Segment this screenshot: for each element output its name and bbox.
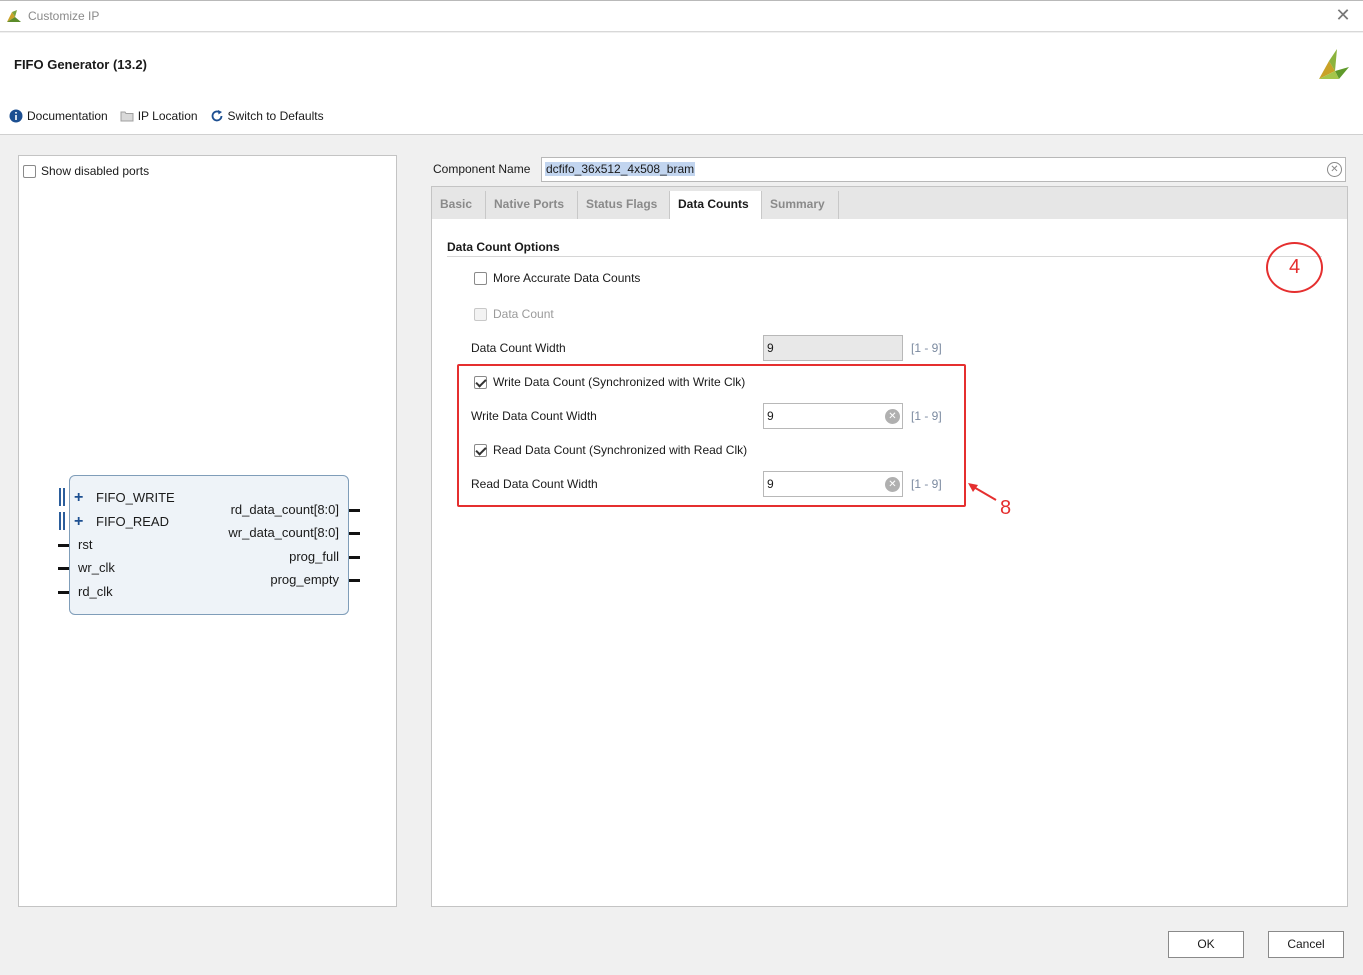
tab-data-counts[interactable]: Data Counts	[670, 191, 762, 219]
documentation-label: Documentation	[27, 109, 108, 123]
component-name-row: Component Name dcfifo_36x512_4x508_bram …	[433, 157, 1346, 182]
close-icon[interactable]: ✕	[1333, 5, 1353, 25]
section-title: Data Count Options	[447, 240, 560, 254]
data-count-checkbox	[474, 307, 487, 321]
wr-clk-pin	[58, 567, 69, 570]
port-rd-data-count: rd_data_count[8:0]	[230, 502, 339, 517]
port-wr-clk: wr_clk	[78, 560, 115, 575]
port-rst: rst	[78, 537, 93, 552]
dialog-header: FIFO Generator (13.2) Documentation IP L…	[0, 33, 1363, 135]
xilinx-logo-icon	[1319, 49, 1349, 79]
fifo-write-bus-pin	[59, 488, 65, 506]
documentation-button[interactable]: Documentation	[9, 109, 108, 123]
circled-number-annotation: 4	[1266, 242, 1323, 293]
port-fifo-write: FIFO_WRITE	[96, 490, 175, 505]
data-count-width-label: Data Count Width	[471, 341, 566, 355]
fifo-symbol-block: + FIFO_WRITE + FIFO_READ rst wr_clk rd_c…	[58, 475, 360, 615]
more-accurate-data-counts-checkbox[interactable]	[474, 271, 487, 285]
rd-clk-pin	[58, 591, 69, 594]
data-count-option: Data Count	[474, 307, 554, 321]
ip-location-button[interactable]: IP Location	[120, 109, 198, 123]
more-accurate-data-counts-label: More Accurate Data Counts	[493, 271, 641, 285]
data-count-label: Data Count	[493, 307, 554, 321]
tab-status-flags[interactable]: Status Flags	[578, 191, 670, 219]
cancel-button[interactable]: Cancel	[1268, 931, 1344, 958]
data-count-width-value: 9	[767, 341, 774, 355]
arrow-number-annotation: 8	[1000, 497, 1012, 519]
info-icon	[9, 109, 23, 123]
component-name-value: dcfifo_36x512_4x508_bram	[545, 162, 696, 176]
symbol-pane: Show disabled ports + FIFO_WRITE + FIFO_…	[18, 155, 397, 907]
ip-location-label: IP Location	[137, 109, 198, 123]
data-count-width-range: [1 - 9]	[911, 341, 942, 355]
window-titlebar: Customize IP ✕	[0, 0, 1363, 32]
tab-summary[interactable]: Summary	[762, 191, 839, 219]
prog-empty-pin	[349, 579, 360, 582]
ip-title: FIFO Generator (13.2)	[14, 57, 147, 72]
config-tabs-pane: Basic Native Ports Status Flags Data Cou…	[431, 186, 1348, 907]
arrow-annotation-icon	[968, 483, 997, 501]
refresh-icon	[211, 110, 222, 122]
port-fifo-read: FIFO_READ	[96, 514, 169, 529]
prog-full-pin	[349, 556, 360, 559]
port-wr-data-count: wr_data_count[8:0]	[228, 525, 339, 540]
show-disabled-ports-option[interactable]: Show disabled ports	[23, 164, 149, 178]
expand-fifo-write-icon[interactable]: +	[74, 490, 83, 506]
component-name-label: Component Name	[433, 162, 531, 176]
show-disabled-ports-checkbox[interactable]	[23, 164, 36, 178]
more-accurate-data-counts-option[interactable]: More Accurate Data Counts	[474, 271, 640, 285]
tab-basic[interactable]: Basic	[432, 191, 486, 219]
section-divider	[447, 256, 1322, 257]
highlight-box-annotation	[457, 364, 966, 507]
fifo-read-bus-pin	[59, 512, 65, 530]
ok-button[interactable]: OK	[1168, 931, 1244, 958]
show-disabled-ports-label: Show disabled ports	[41, 164, 150, 178]
switch-to-defaults-button[interactable]: Switch to Defaults	[210, 109, 324, 123]
rst-pin	[58, 544, 69, 547]
port-prog-full: prog_full	[289, 549, 339, 564]
vivado-app-icon	[7, 10, 21, 22]
tab-native-ports[interactable]: Native Ports	[486, 191, 578, 219]
rd-data-count-pin	[349, 509, 360, 512]
switch-to-defaults-label: Switch to Defaults	[227, 109, 324, 123]
port-rd-clk: rd_clk	[78, 584, 113, 599]
port-prog-empty: prog_empty	[270, 572, 339, 587]
header-toolbar: Documentation IP Location Switch to Defa…	[9, 109, 324, 123]
clear-component-name-icon[interactable]: ✕	[1327, 162, 1342, 177]
component-name-input[interactable]: dcfifo_36x512_4x508_bram ✕	[541, 157, 1346, 182]
tab-strip: Basic Native Ports Status Flags Data Cou…	[432, 187, 1347, 219]
window-title: Customize IP	[28, 9, 100, 23]
data-count-width-input: 9	[763, 335, 903, 361]
expand-fifo-read-icon[interactable]: +	[74, 514, 83, 530]
wr-data-count-pin	[349, 532, 360, 535]
folder-icon	[120, 111, 134, 122]
